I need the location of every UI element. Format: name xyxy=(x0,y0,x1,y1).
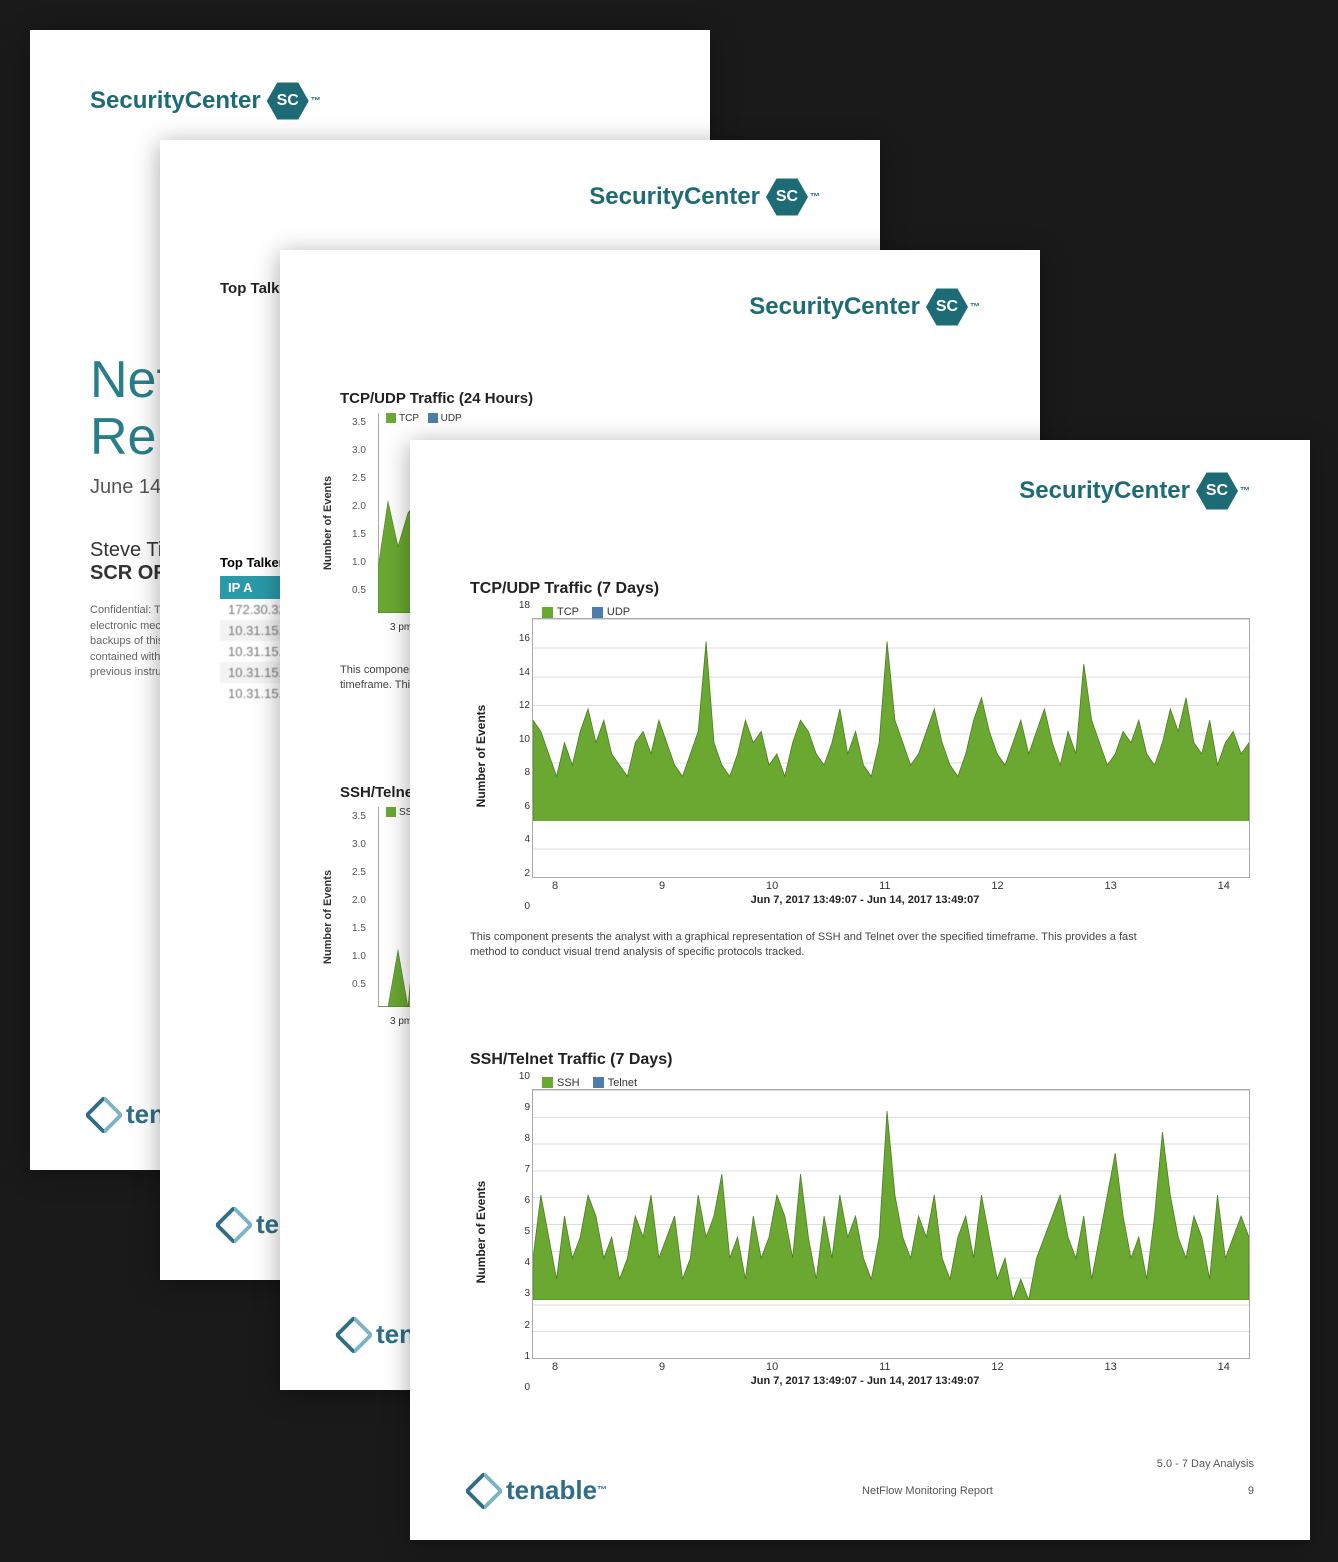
area-plot-svg xyxy=(533,1090,1249,1300)
legend-label: TCP xyxy=(557,606,579,618)
brand-hex-icon: SC xyxy=(267,80,309,122)
tenable-logo: tenable™ xyxy=(470,1475,607,1506)
chart-legend: SSH Telnet xyxy=(532,1077,1250,1089)
tenable-ring-icon xyxy=(464,1471,504,1511)
tcp-udp-7day-title: TCP/UDP Traffic (7 Days) xyxy=(470,580,1250,598)
brand-hex-icon: SC xyxy=(1196,470,1238,512)
y-ticks: 3.53.02.52.01.51.00.5 xyxy=(352,409,366,605)
ssh-telnet-7day-chart: SSH Telnet Number of Events 109876543210… xyxy=(480,1077,1250,1387)
tcp-udp-7day-chart: TCP UDP Number of Events 181614121086420… xyxy=(480,606,1250,906)
trademark-icon: ™ xyxy=(810,192,820,203)
legend-swatch-icon xyxy=(542,1077,553,1088)
legend-label: SSH xyxy=(557,1077,580,1089)
chart-description: This component presents the analyst with… xyxy=(470,930,1170,961)
y-ticks: 181614121086420 xyxy=(510,600,530,912)
x-ticks: 891011121314 xyxy=(532,1359,1250,1373)
brand-hex-icon: SC xyxy=(766,176,808,218)
y-axis-label: Number of Events xyxy=(474,1180,488,1283)
x-tick: 3 pm xyxy=(390,622,412,633)
tenable-ring-icon xyxy=(334,1315,374,1355)
y-axis-label: Number of Events xyxy=(474,705,488,808)
brand-hex-icon: SC xyxy=(926,286,968,328)
trademark-icon: ™ xyxy=(597,1485,607,1496)
traffic-7day-page: SecurityCenter SC ™ TCP/UDP Traffic (7 D… xyxy=(410,440,1310,1540)
x-tick: 3 pm xyxy=(390,1016,412,1027)
legend-label: UDP xyxy=(607,606,630,618)
x-ticks: 891011121314 xyxy=(532,878,1250,892)
legend-swatch-icon xyxy=(593,1077,604,1088)
area-plot-svg xyxy=(533,619,1249,821)
y-ticks: 3.53.02.52.01.51.00.5 xyxy=(352,803,366,999)
footer-report-name: NetFlow Monitoring Report xyxy=(607,1485,1248,1497)
legend-swatch-icon xyxy=(592,607,603,618)
securitycenter-logo: SecurityCenter SC ™ xyxy=(589,176,820,218)
legend-label: Telnet xyxy=(608,1077,637,1089)
trademark-icon: ™ xyxy=(1240,486,1250,497)
chart-plot-area xyxy=(532,1089,1250,1359)
x-axis-label: Jun 7, 2017 13:49:07 - Jun 14, 2017 13:4… xyxy=(480,894,1250,906)
trademark-icon: ™ xyxy=(970,302,980,313)
securitycenter-logo: SecurityCenter SC ™ xyxy=(749,286,980,328)
page-footer: tenable™ NetFlow Monitoring Report 9 xyxy=(470,1475,1254,1506)
tenable-ring-icon xyxy=(84,1095,124,1135)
x-axis-label: Jun 7, 2017 13:49:07 - Jun 14, 2017 13:4… xyxy=(480,1375,1250,1387)
footer-section: 5.0 - 7 Day Analysis xyxy=(1157,1458,1254,1470)
tcp-udp-24h-title: TCP/UDP Traffic (24 Hours) xyxy=(340,390,980,407)
y-axis-label: Number of Events xyxy=(322,870,334,964)
chart-plot-area xyxy=(532,618,1250,878)
brand-text: SecurityCenter xyxy=(1019,477,1190,505)
y-axis-label: Number of Events xyxy=(322,476,334,570)
brand-text: SecurityCenter xyxy=(589,183,760,211)
chart-legend: TCP UDP xyxy=(532,606,1250,618)
securitycenter-logo: SecurityCenter SC ™ xyxy=(90,80,650,122)
ssh-telnet-7day-title: SSH/Telnet Traffic (7 Days) xyxy=(470,1051,1250,1069)
brand-text: SecurityCenter xyxy=(749,293,920,321)
tenable-text: tenable xyxy=(506,1475,597,1506)
legend-swatch-icon xyxy=(542,607,553,618)
tenable-ring-icon xyxy=(214,1205,254,1245)
footer-page-number: 9 xyxy=(1248,1485,1254,1497)
brand-text: SecurityCenter xyxy=(90,87,261,115)
securitycenter-logo: SecurityCenter SC ™ xyxy=(1019,470,1250,512)
y-ticks: 109876543210 xyxy=(510,1071,530,1393)
trademark-icon: ™ xyxy=(311,96,321,107)
